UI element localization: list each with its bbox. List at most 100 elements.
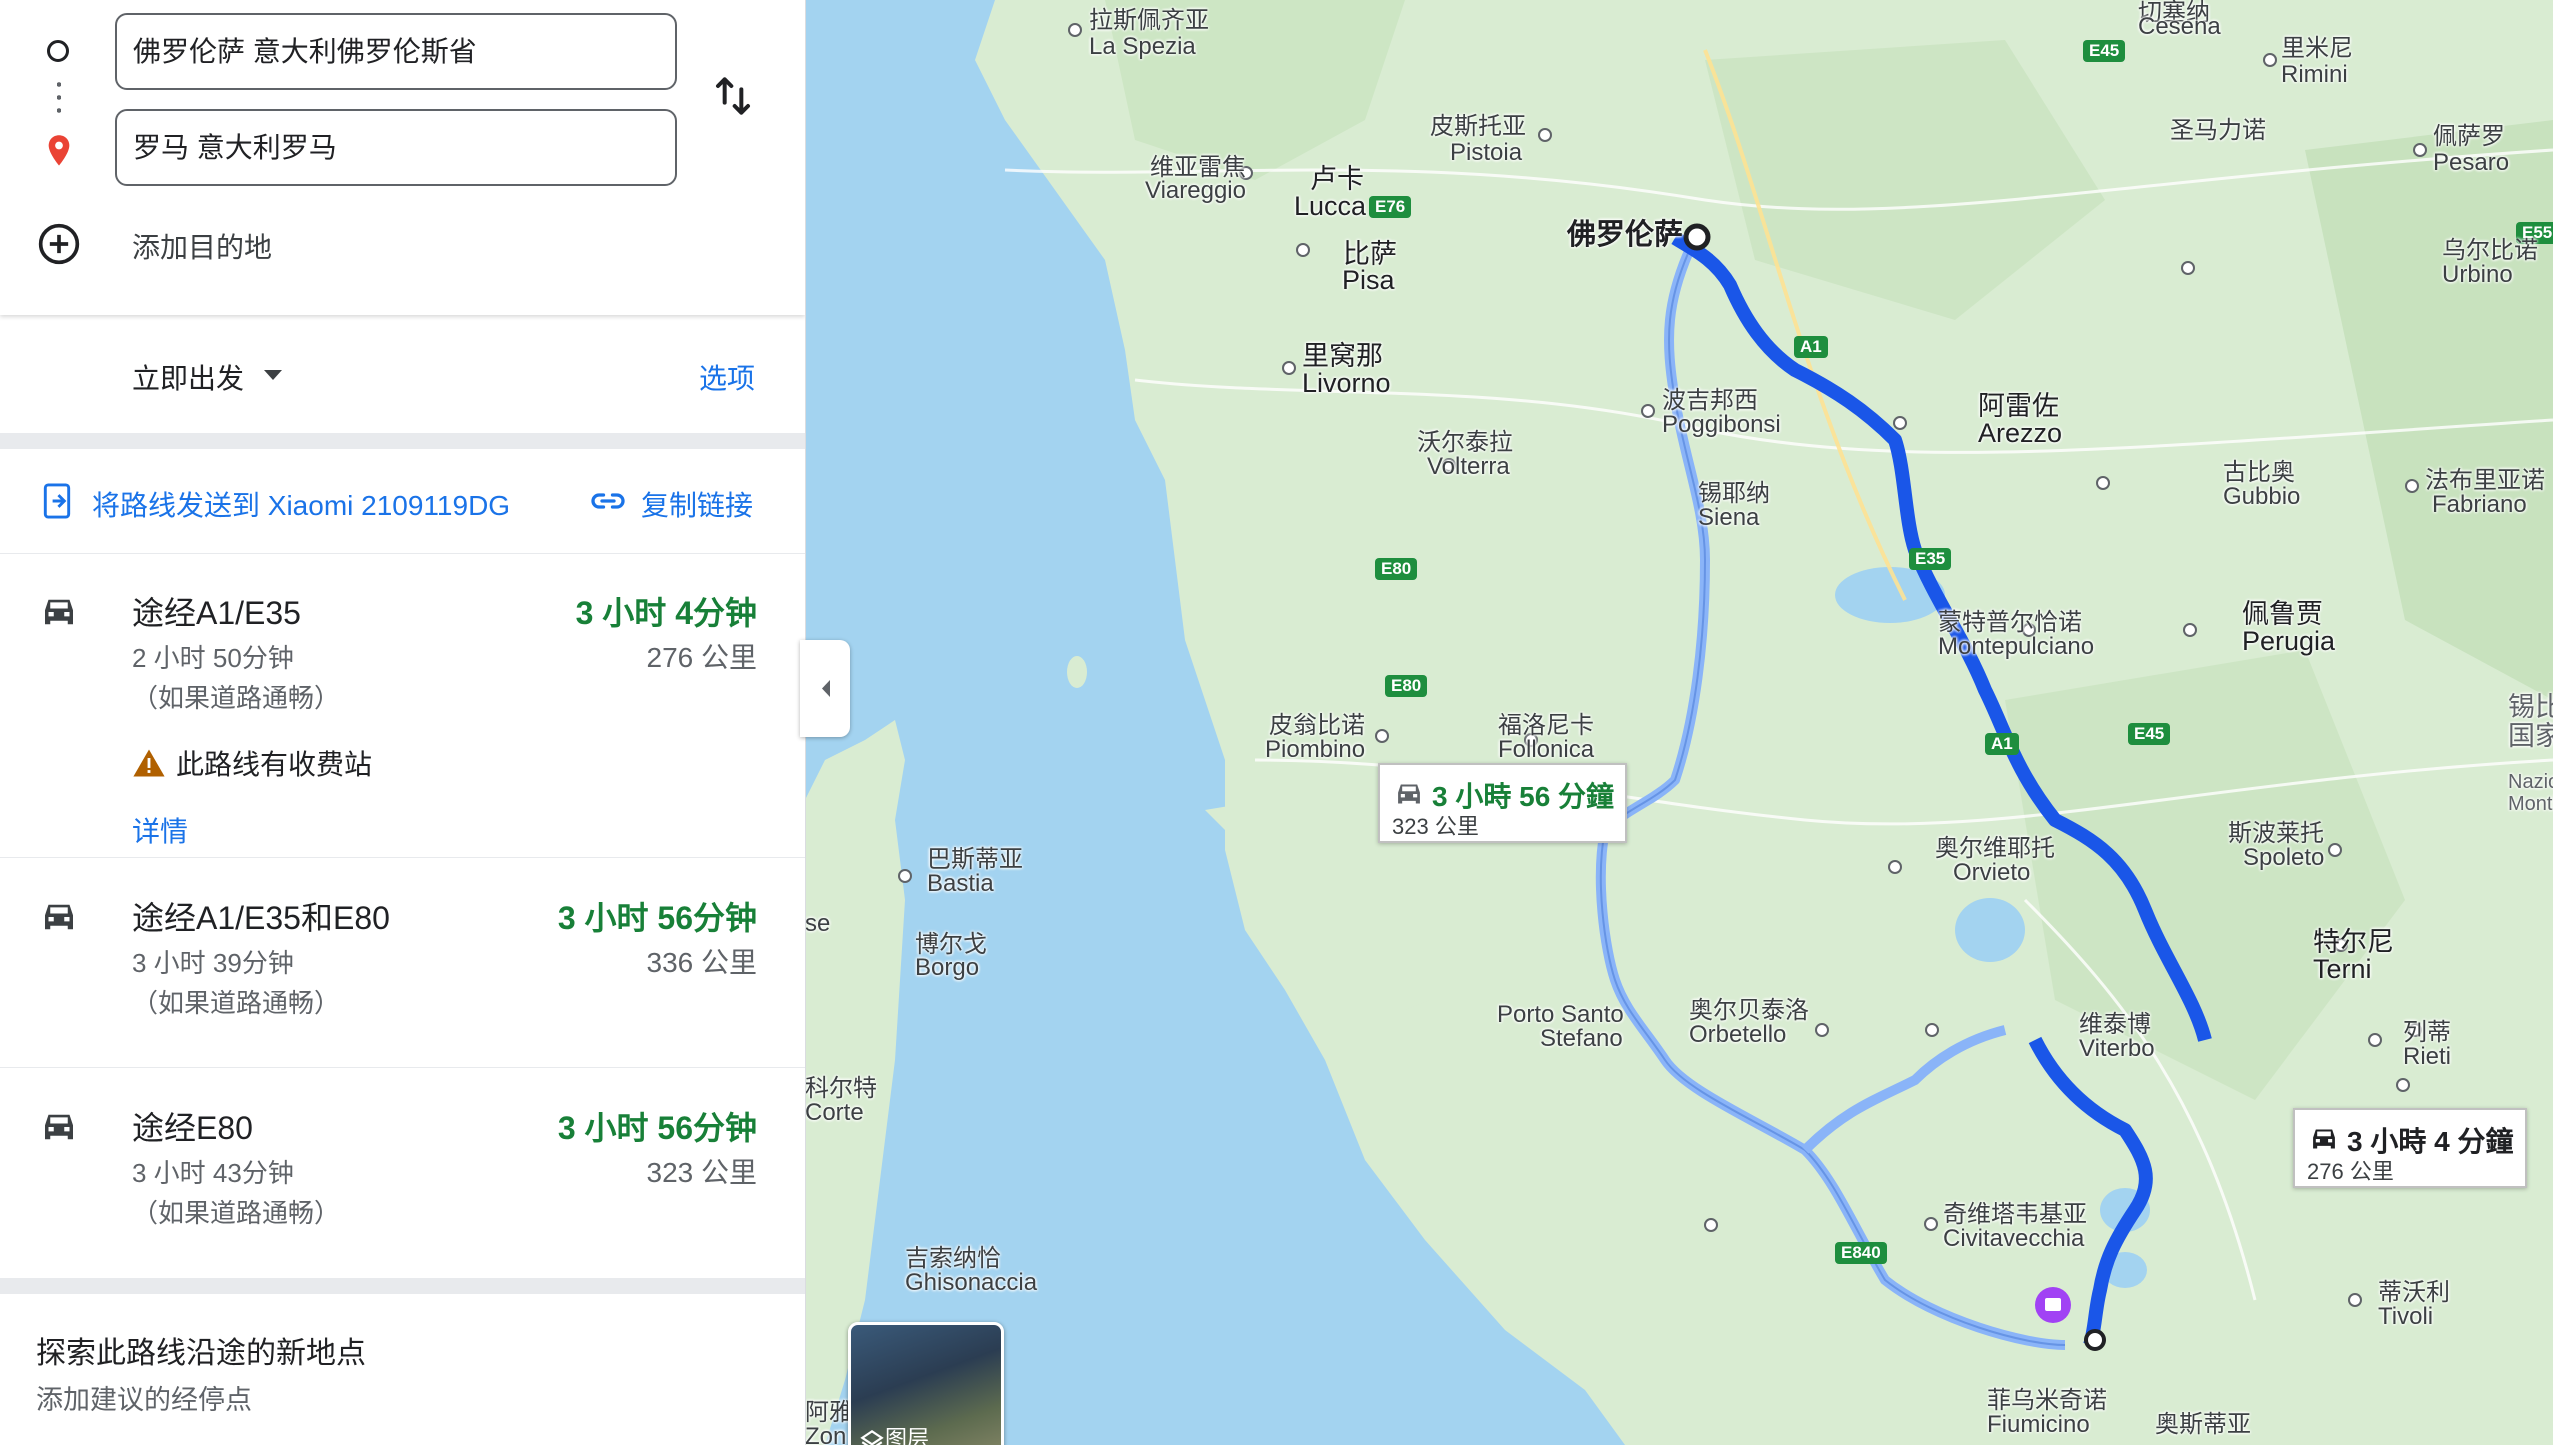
map-label: Ghisonaccia <box>905 1269 1038 1296</box>
map-label: 里窝那 <box>1302 341 1383 371</box>
collapse-panel-button[interactable] <box>800 640 850 737</box>
depart-now-dropdown[interactable]: 立即出发 <box>132 357 244 397</box>
add-suggested-stops-link[interactable]: 添加建议的经停点 <box>36 1378 252 1417</box>
road-shield: E80 <box>1385 675 1428 697</box>
copy-link-button[interactable]: 复制链接 <box>641 484 753 524</box>
destination-pin-icon <box>48 135 70 166</box>
map-label: 皮翁比诺 <box>1269 712 1365 739</box>
route-traffic-note: （如果道路通畅） <box>132 988 341 1018</box>
road-shield: E45 <box>2128 723 2171 745</box>
map-label: 锡耶纳 <box>1698 480 1770 507</box>
road-shield: E80 <box>1375 558 1418 580</box>
car-icon <box>2313 1129 2335 1149</box>
map-label: Perugia <box>2242 626 2336 656</box>
callout-distance: 276 公里 <box>2307 1159 2394 1184</box>
route-duration: 3 小时 56分钟 <box>557 900 757 936</box>
map-label: Gubbio <box>2223 483 2301 510</box>
add-destination-icon[interactable] <box>37 222 81 266</box>
map-label: Fiumicino <box>1987 1411 2090 1438</box>
car-icon <box>45 904 73 930</box>
destination-input[interactable]: 罗马 意大利罗马 <box>115 109 677 186</box>
map-label: 波吉邦西 <box>1662 387 1758 414</box>
directions-panel: 佛罗伦萨 意大利佛罗伦斯省 罗马 意大利罗马 添加目的地 立即出发 选项 将路线… <box>0 0 806 1445</box>
map-label: 佩萨罗 <box>2433 123 2505 150</box>
route-details-link[interactable]: 详情 <box>132 810 188 850</box>
road-shield: E76 <box>1369 196 1412 218</box>
section-divider <box>0 1278 805 1294</box>
map-label: Fabriano <box>2432 491 2527 518</box>
map-label: 科尔特 <box>805 1075 877 1102</box>
divider <box>0 553 805 554</box>
route-traffic-note: （如果道路通畅） <box>132 1198 341 1228</box>
route-duration: 3 小时 56分钟 <box>557 1110 757 1146</box>
swap-icon[interactable] <box>713 72 753 120</box>
map-label: Lucca <box>1294 191 1367 221</box>
map-label: Rieti <box>2403 1043 2452 1070</box>
layers-icon <box>860 1430 884 1445</box>
map-label: Spoleto <box>2243 844 2325 871</box>
route-option-1[interactable]: 途经A1/E35 3 小时 4分钟 2 小时 50分钟 （如果道路通畅） 276… <box>0 570 805 855</box>
link-icon[interactable] <box>590 486 626 516</box>
map-label: Viareggio <box>1145 177 1246 204</box>
options-button[interactable]: 选项 <box>699 357 755 397</box>
route-option-3[interactable]: 途经E80 3 小时 56分钟 3 小时 43分钟 （如果道路通畅） 323 公… <box>0 1085 805 1275</box>
map-label: 蒙特普尔恰诺 <box>1938 609 2082 636</box>
route-title: 途经A1/E35和E80 <box>132 900 390 936</box>
map-label: Montepulciano <box>1938 633 2095 660</box>
map-label: Borgo <box>915 954 980 981</box>
send-to-device-link[interactable]: 将路线发送到 Xiaomi 2109119DG <box>92 484 510 524</box>
send-to-phone-icon[interactable] <box>42 482 72 520</box>
map-label: Volterra <box>1427 453 1510 480</box>
map-label: Stefano <box>1540 1025 1623 1052</box>
map-label: Livorno <box>1302 368 1391 398</box>
map-canvas[interactable]: E45 E55 E76 A1 E35 E80 E80 A1 E45 E840 拉… <box>805 0 2553 1445</box>
map-label: Tivoli <box>2378 1303 2434 1330</box>
map-label: Nazional <box>2508 771 2553 793</box>
route-typical-time: 2 小时 50分钟 <box>132 643 294 673</box>
map-label: 锡比利尼 <box>2508 692 2553 722</box>
map-label: Siena <box>1698 504 1760 531</box>
origin-input[interactable]: 佛罗伦萨 意大利佛罗伦斯省 <box>115 13 677 90</box>
route-option-2[interactable]: 途经A1/E35和E80 3 小时 56分钟 3 小时 39分钟 （如果道路通畅… <box>0 875 805 1065</box>
map-label: Orbetello <box>1689 1021 1787 1048</box>
car-icon <box>45 599 73 625</box>
route-typical-time: 3 小时 39分钟 <box>132 948 294 978</box>
map-label: 奥尔贝泰洛 <box>1689 997 1809 1024</box>
map-label: Follonica <box>1498 736 1595 763</box>
map-label: Pisa <box>1342 265 1395 295</box>
map-label: 古比奥 <box>2223 459 2295 486</box>
map-label: Urbino <box>2442 261 2513 288</box>
route-distance: 336 公里 <box>646 947 758 978</box>
map-label: 菲乌米奇诺 <box>1987 1387 2107 1414</box>
map-label: 沃尔泰拉 <box>1417 429 1513 456</box>
layers-button[interactable]: 图层 <box>848 1322 1004 1445</box>
map-label: La Spezia <box>1089 33 1196 60</box>
route-distance: 276 公里 <box>646 642 758 673</box>
map-label: Porto Santo <box>1497 1001 1624 1028</box>
map-label: 列蒂 <box>2403 1019 2451 1046</box>
route-inputs: 佛罗伦萨 意大利佛罗伦斯省 罗马 意大利罗马 添加目的地 <box>0 0 805 315</box>
map-label: Zon <box>805 1423 847 1445</box>
map-label: Bastia <box>927 870 994 897</box>
add-destination-link[interactable]: 添加目的地 <box>132 226 272 266</box>
divider <box>0 857 805 858</box>
road-shield: A1 <box>1985 733 2019 755</box>
route-callout-alt[interactable]: 3 小時 56 分鐘 323 公里 <box>1378 763 1627 843</box>
map-label: 皮斯托亚 <box>1430 113 1526 140</box>
road-shield: E35 <box>1909 548 1952 570</box>
route-callout-main[interactable]: 3 小時 4 分鐘 276 公里 <box>2293 1108 2527 1188</box>
map-label: Pesaro <box>2433 149 2510 176</box>
callout-distance: 323 公里 <box>1392 814 1479 839</box>
map-label: 国家 <box>2508 721 2553 751</box>
map-label: 乌尔比诺 <box>2442 237 2538 264</box>
route-distance: 323 公里 <box>646 1157 758 1188</box>
map-label: Viterbo <box>2079 1035 2155 1062</box>
map-label: 拉斯佩齐亚 <box>1089 7 1209 34</box>
chevron-down-icon[interactable] <box>264 370 282 380</box>
map-label: 奇维塔韦基亚 <box>1943 1201 2087 1228</box>
road-shield: A1 <box>1794 336 1828 358</box>
route-duration: 3 小时 4分钟 <box>575 595 757 631</box>
map-base <box>805 0 2553 1445</box>
map-label: 维泰博 <box>2079 1011 2151 1038</box>
map-label-florence: 佛罗伦萨 <box>1567 219 1684 251</box>
